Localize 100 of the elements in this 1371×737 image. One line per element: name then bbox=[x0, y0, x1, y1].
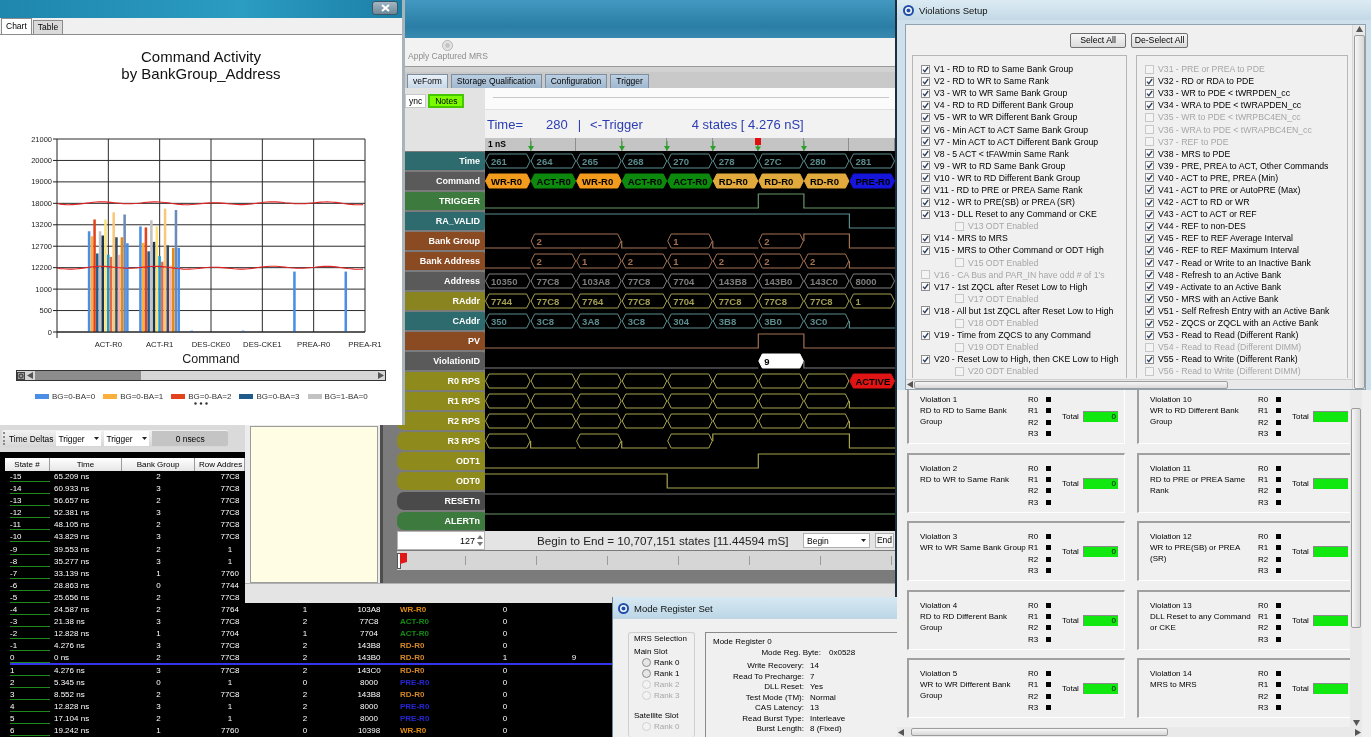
checkbox[interactable] bbox=[1145, 209, 1154, 219]
checkbox[interactable] bbox=[921, 233, 930, 243]
dropdown[interactable]: Trigger bbox=[104, 431, 150, 446]
signal-name-button[interactable]: RESETn bbox=[397, 492, 485, 510]
down-arrow-icon[interactable] bbox=[1352, 720, 1360, 726]
checkbox-label[interactable]: V10 - WR to RD Different Bank Group bbox=[934, 172, 1081, 183]
toggle-button[interactable]: Notes bbox=[428, 94, 465, 108]
checkbox-label[interactable]: V42 - ACT to RD or WR bbox=[1158, 197, 1250, 208]
checkbox[interactable] bbox=[921, 282, 930, 292]
checkbox-label[interactable]: V51 - Self Refresh Entry with an Active Bank bbox=[1158, 305, 1330, 316]
checkbox[interactable] bbox=[921, 125, 930, 134]
checkbox-label[interactable]: V43 - ACT to ACT or REF bbox=[1158, 209, 1257, 220]
checkbox[interactable] bbox=[921, 137, 930, 147]
checkbox-label[interactable]: V46 - REF to REF Maximum Interval bbox=[1158, 245, 1299, 256]
checkbox-label[interactable]: V20 - Reset Low to High, then CKE Low to High bbox=[934, 354, 1119, 365]
checkbox[interactable] bbox=[1145, 233, 1154, 243]
checkbox-label[interactable]: V14 - MRS to MRS bbox=[934, 233, 1008, 244]
checkbox-label[interactable]: V2 - RD to WR to Same Rank bbox=[934, 76, 1049, 87]
dialog-button[interactable]: De-Select All bbox=[1131, 33, 1188, 48]
checkbox-label[interactable]: V38 - MRS to PDE bbox=[1158, 148, 1231, 159]
column-header[interactable]: Time bbox=[50, 458, 122, 471]
checkbox-label[interactable]: V47 - Read or Write to an Inactive Bank bbox=[1158, 257, 1311, 268]
checkbox-label[interactable]: V52 - ZQCS or ZQCL with an Active Bank bbox=[1158, 318, 1319, 328]
tab[interactable]: Trigger bbox=[610, 74, 649, 88]
checkbox[interactable] bbox=[921, 245, 930, 255]
marker-icon[interactable] bbox=[618, 138, 625, 151]
scrollbar-thumb[interactable] bbox=[35, 371, 141, 380]
tab[interactable]: veForm bbox=[407, 74, 448, 88]
checkbox-label[interactable]: V49 - Activate to an Active Bank bbox=[1158, 281, 1282, 292]
checkbox[interactable] bbox=[1145, 221, 1154, 231]
signal-name-button[interactable]: ODT0 bbox=[397, 472, 485, 490]
checkbox[interactable] bbox=[1145, 330, 1154, 340]
checkbox[interactable] bbox=[921, 306, 930, 316]
checkbox[interactable] bbox=[921, 330, 930, 340]
signal-name-button[interactable]: R2 RPS bbox=[397, 412, 485, 430]
grip-icon[interactable] bbox=[3, 432, 6, 445]
checkbox[interactable] bbox=[921, 149, 930, 159]
zoom-field[interactable]: 127 bbox=[397, 531, 485, 550]
tab[interactable]: Chart bbox=[1, 18, 32, 34]
checkbox[interactable] bbox=[921, 173, 930, 183]
scrollbar-thumb[interactable] bbox=[1351, 408, 1361, 628]
checkbox-label[interactable]: V33 - WR to PDE < tWRPDEN_cc bbox=[1158, 88, 1291, 99]
toggle-button[interactable]: ync bbox=[405, 94, 427, 108]
position-marker-icon[interactable] bbox=[397, 552, 407, 569]
checkbox-label[interactable]: V7 - Min ACT to ACT Different Bank Group bbox=[934, 136, 1099, 147]
marker-icon[interactable] bbox=[664, 138, 671, 151]
checkbox[interactable] bbox=[1145, 185, 1154, 195]
marker-icon[interactable] bbox=[709, 138, 716, 151]
spinner-icon[interactable] bbox=[477, 535, 483, 546]
timeline-scrollbar[interactable] bbox=[397, 551, 895, 570]
left-arrow-icon[interactable] bbox=[27, 372, 33, 379]
radio-button[interactable] bbox=[642, 658, 651, 667]
checkbox-label[interactable]: V45 - REF to REF Average Interval bbox=[1158, 233, 1294, 244]
marker-icon[interactable] bbox=[527, 138, 534, 151]
left-arrow-icon[interactable] bbox=[898, 728, 904, 736]
checkbox-label[interactable]: V17 - 1st ZQCL after Reset Low to High bbox=[934, 281, 1088, 292]
signal-name-button[interactable]: R3 RPS bbox=[397, 432, 485, 450]
right-arrow-icon[interactable] bbox=[1355, 728, 1361, 736]
checkbox[interactable] bbox=[1145, 354, 1154, 364]
checkbox-label[interactable]: V44 - REF to non-DES bbox=[1158, 221, 1246, 232]
checkbox[interactable] bbox=[1145, 258, 1154, 268]
radio-label[interactable]: Rank 1 bbox=[654, 668, 680, 679]
marker-icon[interactable] bbox=[800, 138, 807, 151]
radio-label[interactable]: Rank 0 bbox=[654, 657, 680, 668]
trigger-marker-icon[interactable] bbox=[755, 138, 762, 151]
checkbox[interactable] bbox=[921, 197, 930, 207]
checkbox[interactable] bbox=[1145, 161, 1154, 171]
checkbox[interactable] bbox=[921, 161, 930, 171]
radio-button[interactable] bbox=[642, 669, 651, 678]
end-button[interactable]: End bbox=[875, 533, 894, 548]
checkbox-label[interactable]: V5 - WR to WR Different Bank Group bbox=[934, 112, 1078, 123]
checkbox[interactable] bbox=[921, 209, 930, 219]
checkbox[interactable] bbox=[1145, 149, 1154, 159]
vertical-scrollbar[interactable] bbox=[1350, 390, 1362, 727]
close-button[interactable] bbox=[372, 1, 398, 15]
column-header[interactable]: Row Addres bbox=[195, 458, 245, 471]
checkbox[interactable] bbox=[1145, 318, 1154, 328]
dialog-button[interactable]: Select All bbox=[1070, 33, 1126, 48]
checkbox-label[interactable]: V40 - ACT to PRE, PREA (Min) bbox=[1158, 172, 1279, 183]
checkbox[interactable] bbox=[1145, 282, 1154, 292]
notes-area[interactable] bbox=[250, 426, 378, 583]
tab[interactable]: Table bbox=[32, 20, 64, 34]
checkbox-label[interactable]: V9 - WR to RD Same Bank Group bbox=[934, 160, 1066, 171]
checkbox-label[interactable]: V11 - RD to PRE or PREA Same Rank bbox=[934, 185, 1083, 195]
checkbox-label[interactable]: V4 - RD to RD Different Bank Group bbox=[934, 100, 1074, 111]
checkbox[interactable] bbox=[1145, 173, 1154, 183]
checkbox[interactable] bbox=[921, 64, 930, 74]
checkbox[interactable] bbox=[1145, 245, 1154, 255]
checkbox-label[interactable]: V8 - 5 ACT < tFAWmin Same Rank bbox=[934, 148, 1069, 159]
checkbox-label[interactable]: V41 - ACT to PRE or AutoPRE (Max) bbox=[1158, 185, 1301, 195]
signal-name-button[interactable]: ODT1 bbox=[397, 452, 485, 470]
checkbox[interactable] bbox=[921, 88, 930, 98]
horizontal-scrollbar[interactable] bbox=[16, 370, 386, 381]
range-dropdown[interactable]: Begin bbox=[803, 533, 870, 548]
left-arrow-icon[interactable] bbox=[907, 381, 913, 388]
checkbox[interactable] bbox=[921, 354, 930, 364]
checkbox-label[interactable]: V15 - MRS to Other Command or ODT High bbox=[934, 245, 1104, 256]
checkbox-label[interactable]: V34 - WRA to PDE < tWRAPDEN_cc bbox=[1158, 100, 1302, 111]
checkbox-label[interactable]: V48 - Refresh to an Active Bank bbox=[1158, 269, 1282, 280]
checkbox[interactable] bbox=[921, 112, 930, 122]
